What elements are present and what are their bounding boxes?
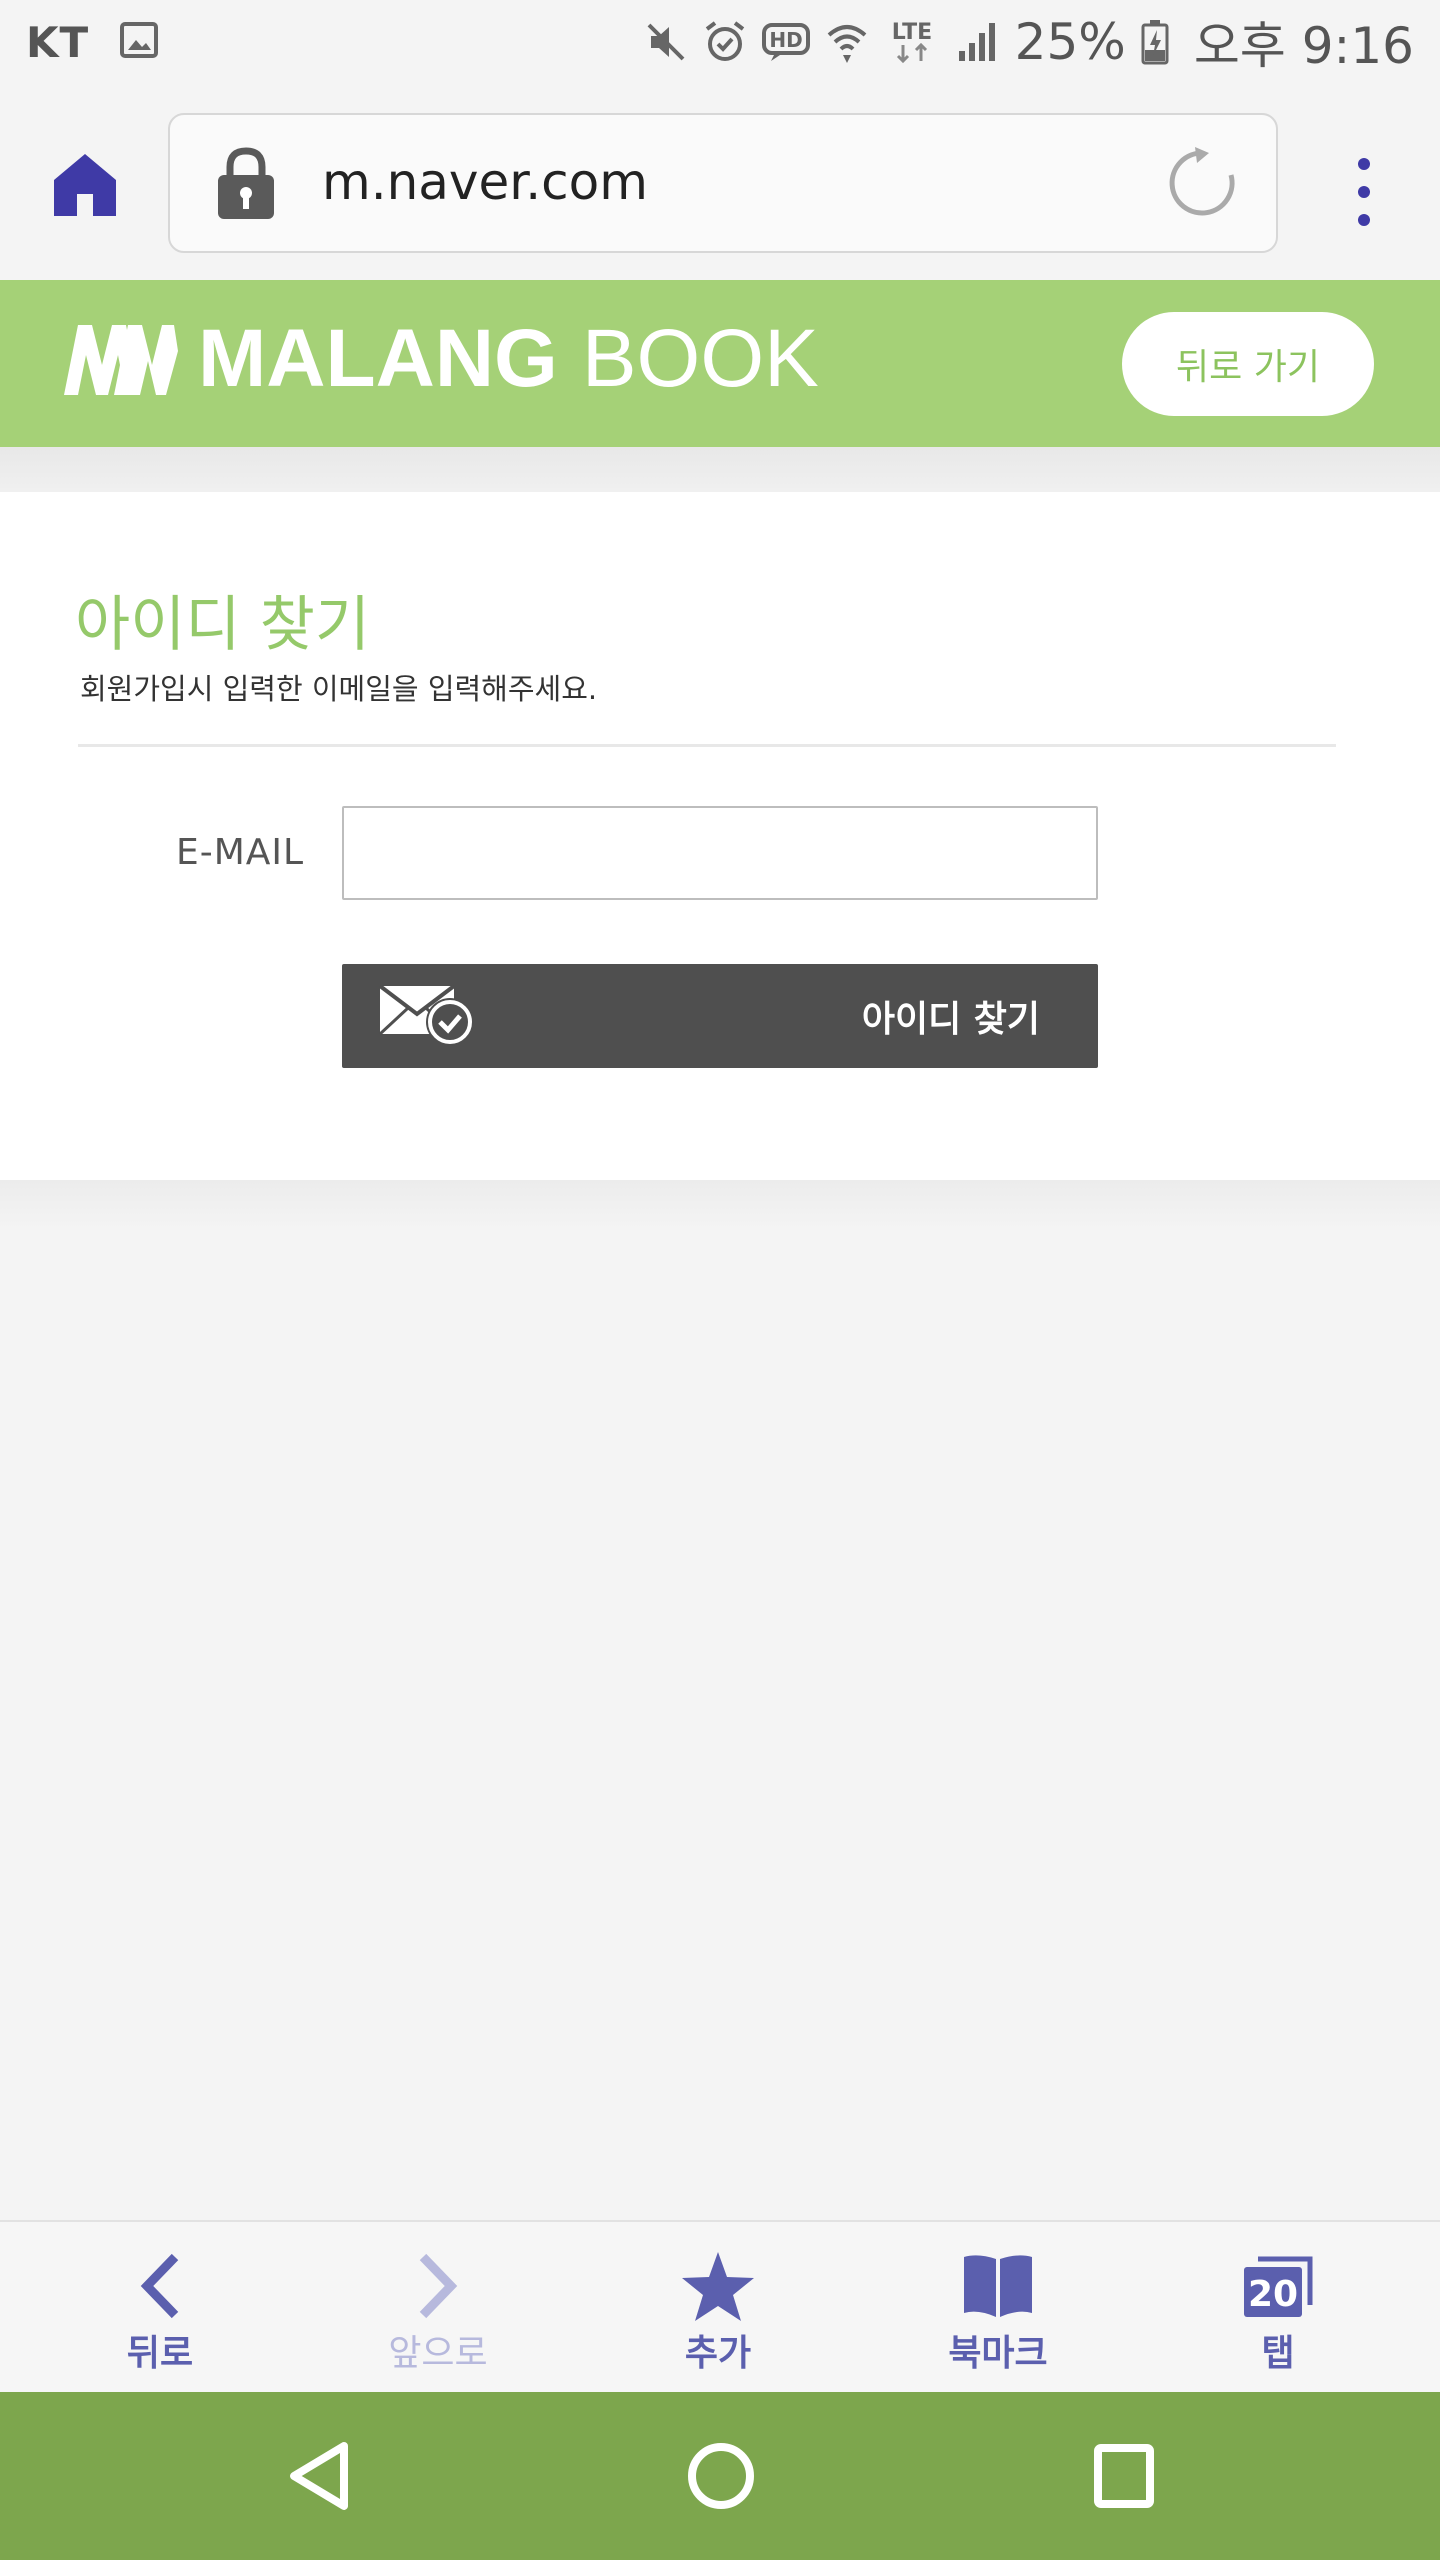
hd-label: HD <box>769 28 802 52</box>
browser-menu-button[interactable] <box>1346 154 1382 230</box>
browser-home-button[interactable] <box>50 150 120 220</box>
reload-icon[interactable] <box>1165 145 1241 225</box>
nav-bookmark-button[interactable]: 북마크 <box>898 2248 1098 2378</box>
page-title: 아이디 찾기 <box>75 590 371 660</box>
email-input[interactable] <box>342 806 1098 900</box>
browser-toolbar: m.naver.com <box>0 84 1440 280</box>
nav-tabs-button[interactable]: 20 탭 <box>1178 2248 1378 2378</box>
battery-charging-icon <box>1140 18 1170 66</box>
browser-bottom-nav: 뒤로 앞으로 추가 북마크 20 탭 <box>0 2220 1440 2392</box>
lte-icon: LTE <box>883 17 941 67</box>
wifi-icon <box>825 19 869 65</box>
recents-square-icon[interactable] <box>1092 2440 1156 2516</box>
mute-icon <box>643 19 689 65</box>
tabs-icon: 20 <box>1242 2248 1314 2324</box>
chevron-right-icon <box>413 2248 463 2324</box>
logo-text-light: BOOK <box>581 313 819 404</box>
gallery-notification-icon <box>119 20 159 64</box>
card-shadow <box>0 1180 1440 1230</box>
home-circle-icon[interactable] <box>686 2440 756 2516</box>
back-triangle-icon[interactable] <box>286 2440 350 2516</box>
page-description: 회원가입시 입력한 이메일을 입력해주세요. <box>80 672 598 706</box>
nav-back-button[interactable]: 뒤로 <box>60 2248 260 2378</box>
status-right: HD LTE 25% 오후 9:16 <box>643 6 1414 78</box>
status-left: KT <box>26 18 159 67</box>
malang-book-logo[interactable]: MALANG BOOK <box>62 318 819 400</box>
more-vert-icon <box>1358 158 1370 226</box>
mail-check-icon <box>378 982 482 1052</box>
nav-tabs-label: 탭 <box>1261 2333 1295 2374</box>
malang-logo-mark-icon <box>64 325 178 395</box>
nav-add-label: 추가 <box>684 2333 752 2374</box>
star-icon <box>680 2248 756 2324</box>
find-id-button[interactable]: 아이디 찾기 <box>342 964 1098 1068</box>
hd-voice-icon: HD <box>761 19 811 65</box>
tab-count: 20 <box>1248 2274 1298 2315</box>
carrier-name: KT <box>26 17 90 67</box>
divider <box>78 744 1336 747</box>
nav-forward-label: 앞으로 <box>388 2333 488 2374</box>
system-navigation-bar <box>0 2392 1440 2560</box>
chevron-left-icon <box>135 2248 185 2324</box>
nav-add-button[interactable]: 추가 <box>618 2248 818 2378</box>
clock: 오후 9:16 <box>1193 17 1414 75</box>
status-bar: KT HD LTE 25% 오후 9:16 <box>0 0 1440 84</box>
find-id-button-label: 아이디 찾기 <box>861 999 1040 1040</box>
lock-icon <box>214 145 278 225</box>
find-id-panel: 아이디 찾기 회원가입시 입력한 이메일을 입력해주세요. E-MAIL 아이디… <box>0 492 1440 1180</box>
alarm-icon <box>703 19 747 65</box>
home-icon <box>54 154 116 216</box>
email-label: E-MAIL <box>176 832 305 873</box>
nav-back-label: 뒤로 <box>126 2333 194 2374</box>
signal-icon <box>955 19 1001 65</box>
battery-percent: 25% <box>1014 13 1126 71</box>
go-back-button[interactable]: 뒤로 가기 <box>1122 312 1374 416</box>
url-text[interactable]: m.naver.com <box>322 153 648 211</box>
site-header: MALANG BOOK 뒤로 가기 <box>0 280 1440 447</box>
header-shadow <box>0 447 1440 492</box>
book-icon <box>960 2248 1036 2324</box>
nav-forward-button[interactable]: 앞으로 <box>338 2248 538 2378</box>
address-bar[interactable]: m.naver.com <box>168 113 1278 253</box>
nav-bookmark-label: 북마크 <box>948 2333 1048 2374</box>
lte-label: LTE <box>891 20 931 45</box>
logo-text-bold: MALANG <box>198 313 558 404</box>
logo-text: MALANG BOOK <box>198 318 819 400</box>
